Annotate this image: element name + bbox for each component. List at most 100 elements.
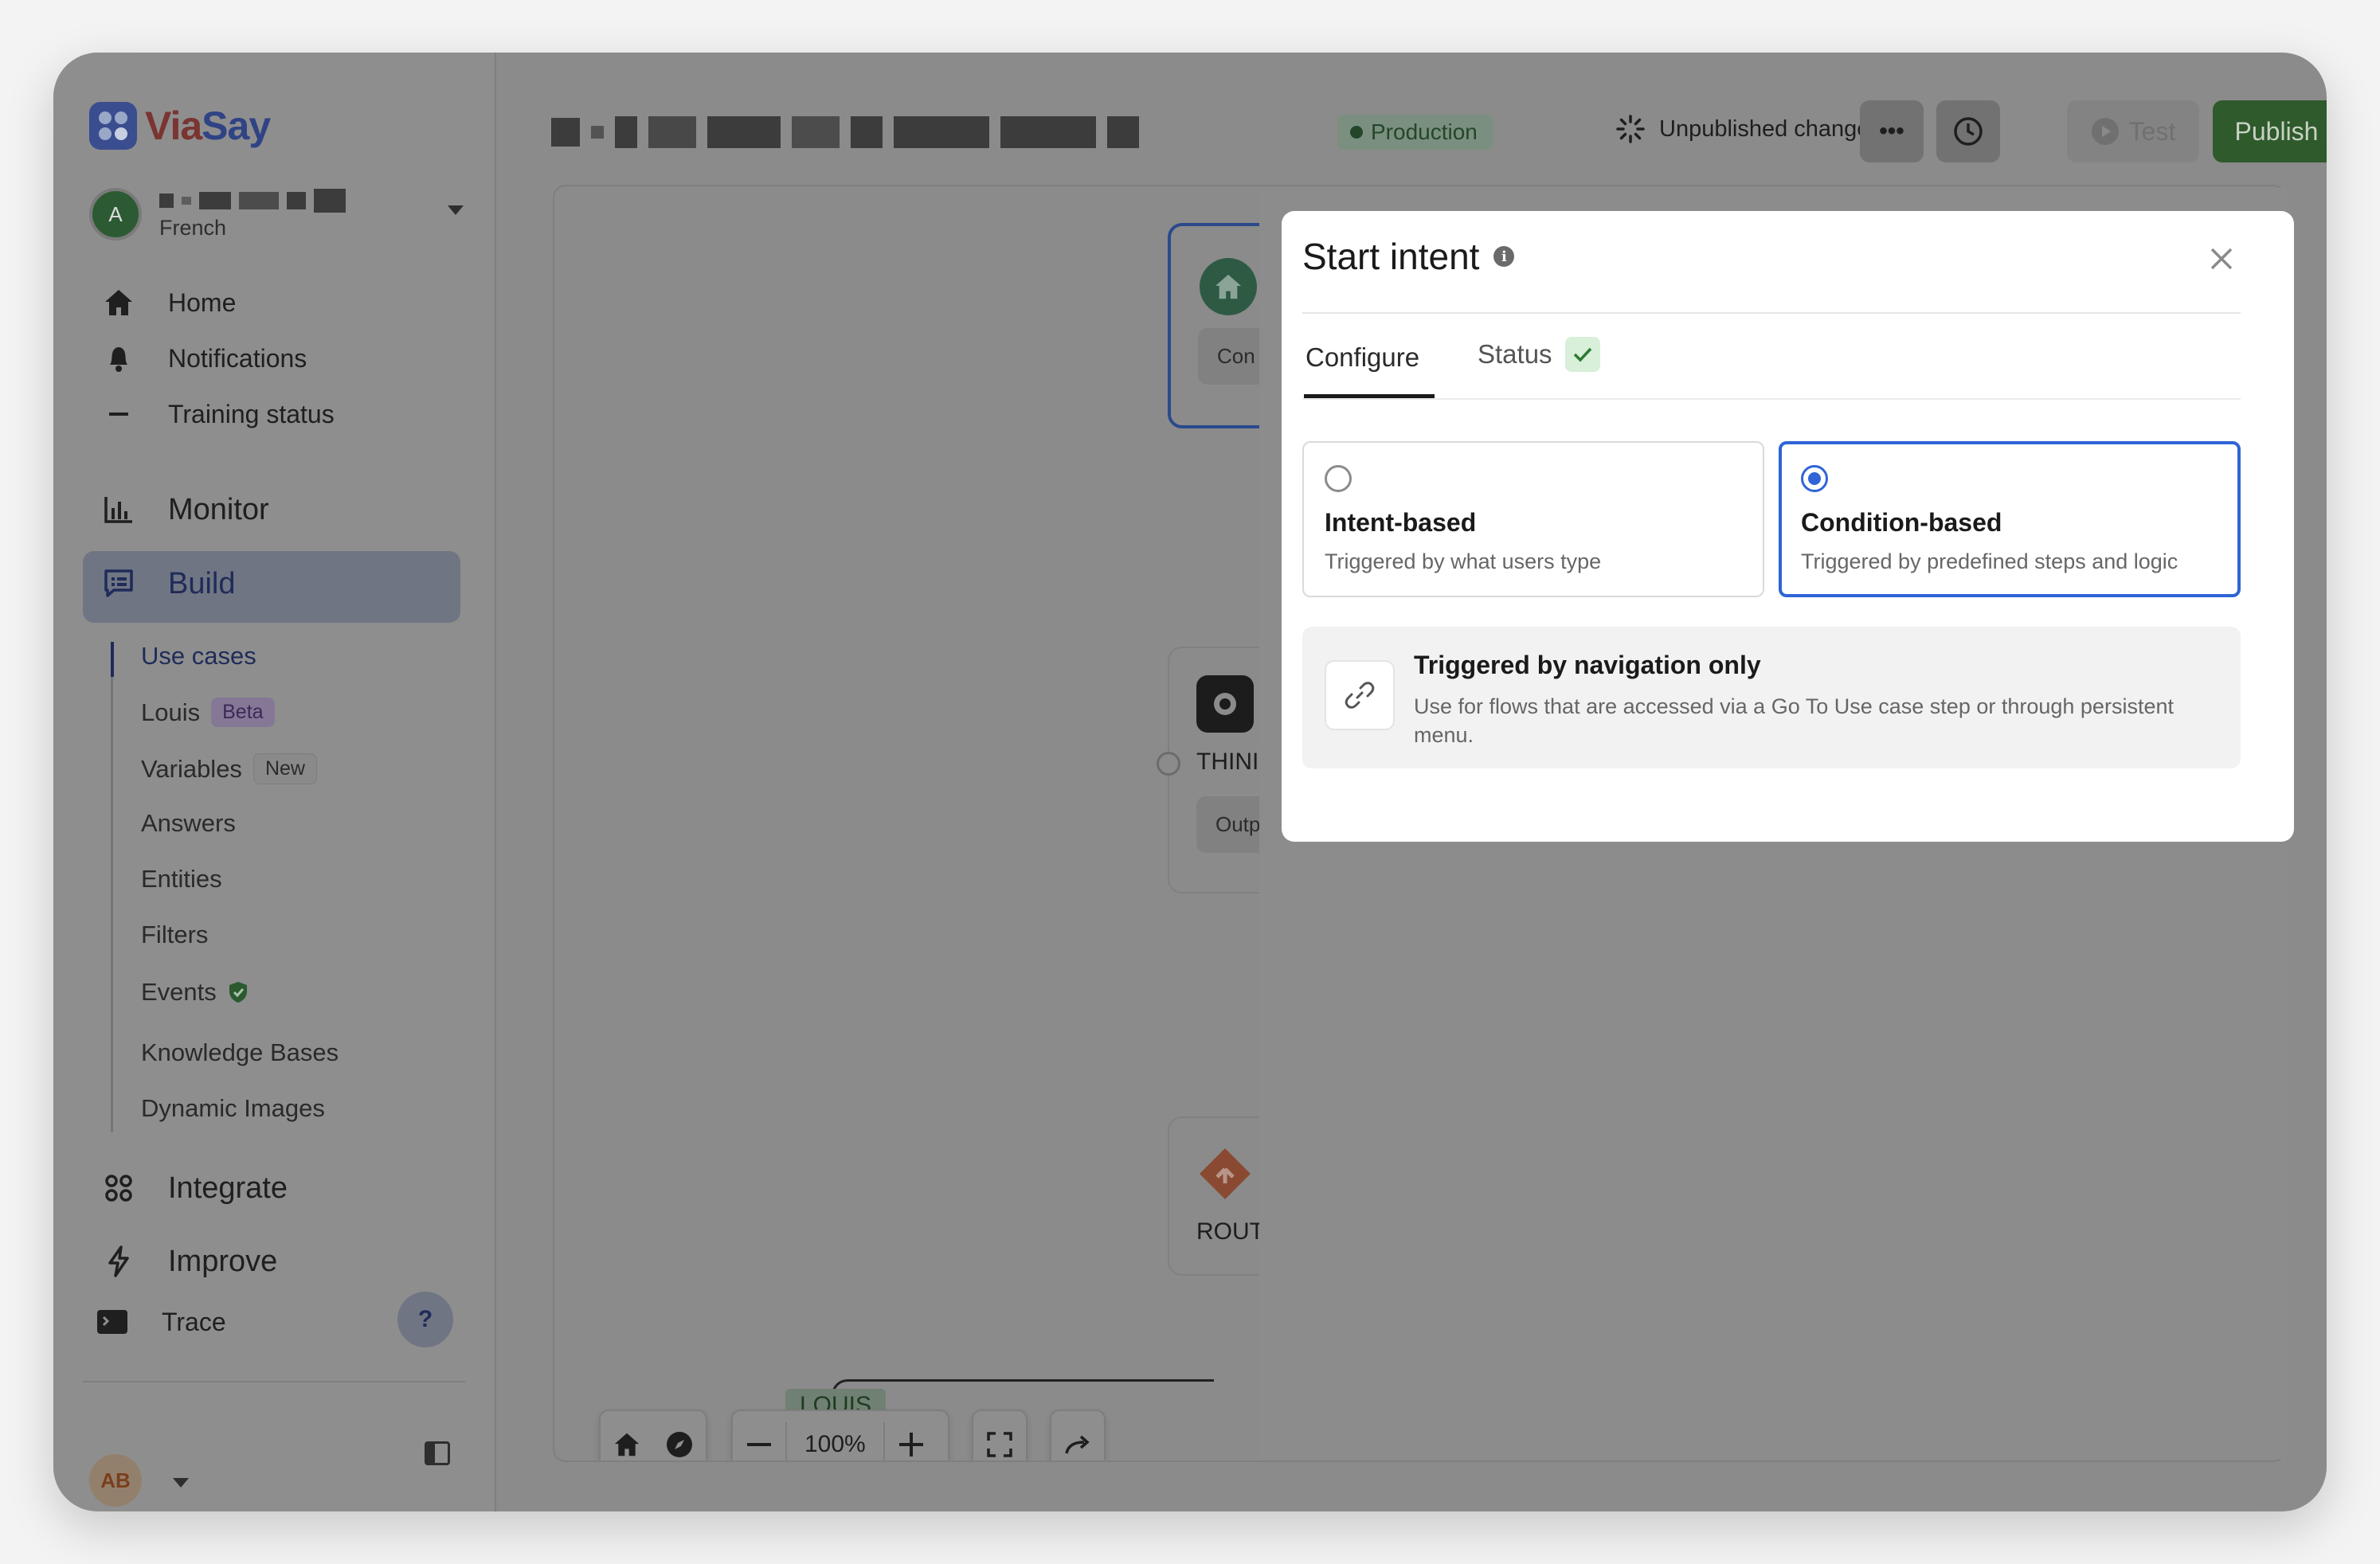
nav-home[interactable]: Home — [101, 285, 236, 320]
close-button[interactable] — [2198, 235, 2245, 283]
modal-title: Start intent i — [1302, 235, 1515, 278]
beta-badge: Beta — [211, 698, 275, 727]
option-condition-based-title: Condition-based — [1801, 508, 2002, 537]
modal-title-text: Start intent — [1302, 236, 1480, 277]
nav-notifications[interactable]: Notifications — [101, 341, 307, 376]
environment-badge: Production — [1337, 115, 1493, 150]
chat-bubble-icon — [101, 566, 136, 601]
radio-condition-based[interactable] — [1801, 465, 1828, 492]
subnav-events[interactable]: Events — [141, 978, 249, 1007]
tabs-divider — [1302, 398, 2241, 400]
home-icon — [101, 285, 136, 320]
nav-improve[interactable]: Improve — [101, 1244, 277, 1279]
zoom-out-icon[interactable] — [733, 1422, 785, 1460]
unpublished-status: Unpublished changes — [1616, 115, 1881, 143]
nav-training-status[interactable]: Training status — [101, 397, 335, 432]
nav-monitor[interactable]: Monitor — [101, 492, 269, 527]
nav-trace[interactable]: Trace — [95, 1304, 226, 1339]
start-intent-modal: Start intent i Configure Status Intent-b… — [1282, 211, 2294, 842]
subnav-dynamic-images-label: Dynamic Images — [141, 1094, 325, 1122]
nav-integrate[interactable]: Integrate — [101, 1171, 288, 1206]
subnav-louis[interactable]: Louis Beta — [141, 698, 275, 727]
node-port[interactable] — [1157, 752, 1180, 776]
terminal-icon — [95, 1304, 130, 1339]
zoom-in-icon[interactable] — [885, 1422, 938, 1460]
account-avatar: A — [89, 188, 142, 240]
environment-badge-label: Production — [1371, 119, 1478, 144]
nav-trace-label: Trace — [162, 1307, 226, 1336]
tab-configure[interactable]: Configure — [1305, 342, 1419, 373]
tab-status[interactable]: Status — [1478, 337, 1600, 372]
info-icon[interactable]: i — [1493, 246, 1515, 267]
route-node-label: ROUT — [1196, 1218, 1264, 1245]
tab-configure-label: Configure — [1305, 342, 1420, 372]
check-icon — [1564, 337, 1600, 372]
fit-view-button[interactable] — [972, 1410, 1028, 1460]
subnav-variables[interactable]: Variables New — [141, 753, 317, 784]
publish-button[interactable]: Publish — [2213, 100, 2327, 162]
option-condition-based[interactable]: Condition-based Triggered by predefined … — [1779, 441, 2241, 597]
subnav-variables-label: Variables — [141, 754, 242, 783]
brand-name: ViaSay — [145, 104, 271, 148]
curved-arrow-icon — [1065, 1435, 1090, 1454]
subnav-knowledge-bases-label: Knowledge Bases — [141, 1038, 339, 1066]
subnav-use-cases-label: Use cases — [141, 642, 256, 670]
status-dot-icon — [1350, 126, 1363, 139]
subnav-entities[interactable]: Entities — [141, 865, 222, 893]
spinner-icon — [1616, 115, 1645, 143]
dash-icon — [101, 397, 136, 432]
integrate-icon — [101, 1171, 136, 1206]
subnav-use-cases[interactable]: Use cases — [141, 642, 256, 671]
bar-chart-icon — [101, 492, 136, 527]
nav-home-label: Home — [168, 287, 237, 317]
tab-status-label: Status — [1478, 339, 1552, 369]
nav-build[interactable]: Build — [101, 566, 236, 601]
more-options-button[interactable]: ••• — [1860, 100, 1924, 162]
close-icon — [2210, 248, 2233, 270]
option-intent-based[interactable]: Intent-based Triggered by what users typ… — [1302, 441, 1764, 597]
auto-layout-button[interactable] — [1050, 1410, 1106, 1460]
account-switcher[interactable]: A French — [89, 188, 464, 240]
use-case-title-redacted — [551, 116, 1139, 148]
lightning-icon — [101, 1244, 136, 1279]
collapse-sidebar-icon[interactable] — [425, 1441, 450, 1465]
nav-monitor-label: Monitor — [168, 492, 269, 526]
caret-down-icon — [448, 205, 464, 215]
expand-icon — [987, 1432, 1012, 1457]
radio-intent-based[interactable] — [1325, 465, 1352, 492]
nav-integrate-label: Integrate — [168, 1171, 288, 1205]
subnav-line — [111, 642, 113, 1132]
bell-icon — [101, 341, 136, 376]
option-intent-based-desc: Triggered by what users type — [1325, 549, 1602, 573]
link-icon — [1325, 660, 1395, 730]
option-intent-based-title: Intent-based — [1325, 508, 1477, 537]
sidebar-divider — [83, 1381, 465, 1382]
help-button[interactable]: ? — [397, 1292, 453, 1347]
think-node-label: THINI — [1196, 749, 1259, 775]
user-avatar[interactable]: AB — [89, 1454, 142, 1507]
subnav-filters[interactable]: Filters — [141, 921, 208, 949]
brand-logo[interactable]: ViaSay — [89, 102, 271, 150]
navigation-only-desc: Use for flows that are accessed via a Go… — [1414, 694, 2174, 747]
user-menu-caret-icon[interactable] — [173, 1478, 189, 1488]
account-language: French — [159, 215, 227, 240]
home-icon[interactable] — [605, 1422, 649, 1460]
compass-icon[interactable] — [657, 1422, 702, 1460]
history-button[interactable] — [1936, 100, 2000, 162]
play-icon — [2091, 118, 2119, 145]
unpublished-label: Unpublished changes — [1659, 115, 1881, 142]
sidebar: ViaSay A French Home Notifications Train… — [53, 53, 496, 1511]
verified-shield-icon — [229, 982, 247, 1003]
think-node-icon — [1196, 675, 1254, 733]
subnav-answers[interactable]: Answers — [141, 809, 236, 838]
navigation-only-option[interactable]: Triggered by navigation only Use for flo… — [1302, 627, 2241, 768]
app-window: ViaSay A French Home Notifications Train… — [53, 53, 2327, 1511]
home-node-icon — [1200, 258, 1257, 315]
route-node-icon — [1196, 1145, 1254, 1202]
subnav-entities-label: Entities — [141, 865, 222, 893]
test-button[interactable]: Test — [2067, 100, 2199, 162]
subnav-dynamic-images[interactable]: Dynamic Images — [141, 1094, 325, 1123]
clock-icon — [1954, 117, 1983, 146]
nav-build-label: Build — [168, 566, 236, 600]
subnav-knowledge-bases[interactable]: Knowledge Bases — [141, 1038, 339, 1067]
